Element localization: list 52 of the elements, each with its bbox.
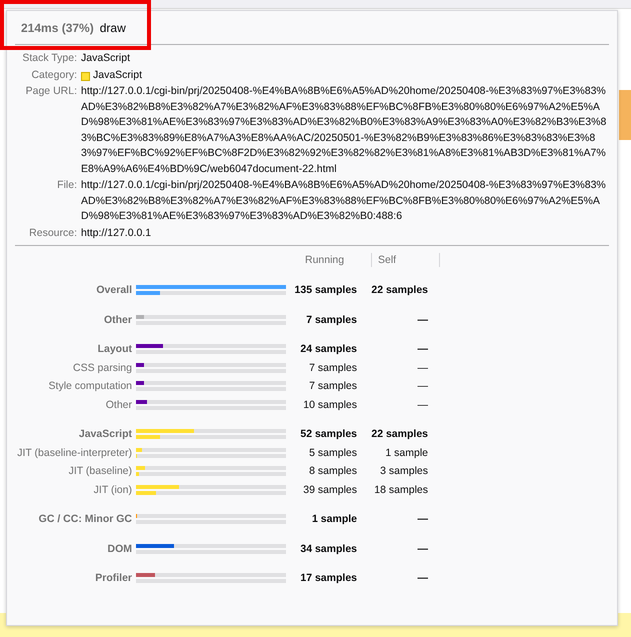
running-count: 39 samples bbox=[302, 484, 357, 496]
running-count: 8 samples bbox=[308, 465, 357, 478]
self-count: — bbox=[416, 542, 428, 555]
self-count: 22 samples bbox=[370, 284, 428, 296]
category-label: Overall bbox=[95, 284, 133, 296]
self-count: — bbox=[416, 343, 428, 356]
category-label: JavaScript bbox=[78, 428, 133, 440]
self-count: — bbox=[416, 314, 428, 326]
category-label: Other bbox=[104, 398, 133, 411]
category-label: JIT (baseline-interpreter) bbox=[16, 446, 133, 459]
track-background bbox=[619, 90, 631, 140]
self-count: — bbox=[416, 513, 428, 526]
self-count: 18 samples bbox=[373, 484, 428, 496]
detail-label: Stack Type: bbox=[21, 51, 77, 66]
running-count: 135 samples bbox=[294, 284, 357, 296]
running-count: 7 samples bbox=[308, 362, 357, 374]
category-label: Layout bbox=[96, 343, 133, 356]
running-count: 10 samples bbox=[302, 398, 357, 411]
running-count: 7 samples bbox=[305, 314, 357, 326]
self-count: 3 samples bbox=[379, 465, 428, 478]
detail-value: http://127.0.0.1 bbox=[81, 226, 152, 240]
detail-value: JavaScript bbox=[81, 51, 130, 66]
category-label: GC / CC: Minor GC bbox=[38, 513, 133, 526]
column-header: Self bbox=[372, 253, 440, 267]
self-count: 1 sample bbox=[384, 446, 428, 459]
category-label: Other bbox=[102, 314, 133, 326]
category-label: JIT (baseline) bbox=[68, 465, 133, 478]
self-count: — bbox=[416, 398, 428, 411]
running-count: 24 samples bbox=[299, 343, 357, 356]
running-count: 17 samples bbox=[299, 572, 357, 584]
running-count: 1 sample bbox=[311, 513, 357, 526]
running-count: 52 samples bbox=[299, 428, 357, 440]
category-label: JIT (ion) bbox=[92, 484, 133, 496]
self-count: 22 samples bbox=[370, 428, 428, 440]
self-count: — bbox=[416, 380, 428, 392]
column-header: Running bbox=[299, 253, 372, 267]
running-count: 7 samples bbox=[308, 380, 357, 392]
category-label: DOM bbox=[106, 542, 133, 555]
detail-value: JavaScript bbox=[93, 68, 142, 82]
running-count: 34 samples bbox=[299, 542, 357, 555]
function-name: draw bbox=[100, 20, 126, 34]
duration-text: 214ms (37%) bbox=[21, 20, 94, 34]
detail-label: Category: bbox=[30, 68, 77, 82]
detail-label: Resource: bbox=[28, 226, 77, 240]
category-label: Style computation bbox=[48, 380, 133, 392]
self-count: — bbox=[416, 362, 428, 374]
detail-label: Page URL: bbox=[24, 84, 77, 99]
running-count: 5 samples bbox=[308, 446, 357, 459]
category-label: CSS parsing bbox=[72, 362, 133, 374]
self-count: — bbox=[416, 572, 428, 584]
detail-label: File: bbox=[56, 178, 77, 193]
category-label: Profiler bbox=[94, 572, 133, 584]
